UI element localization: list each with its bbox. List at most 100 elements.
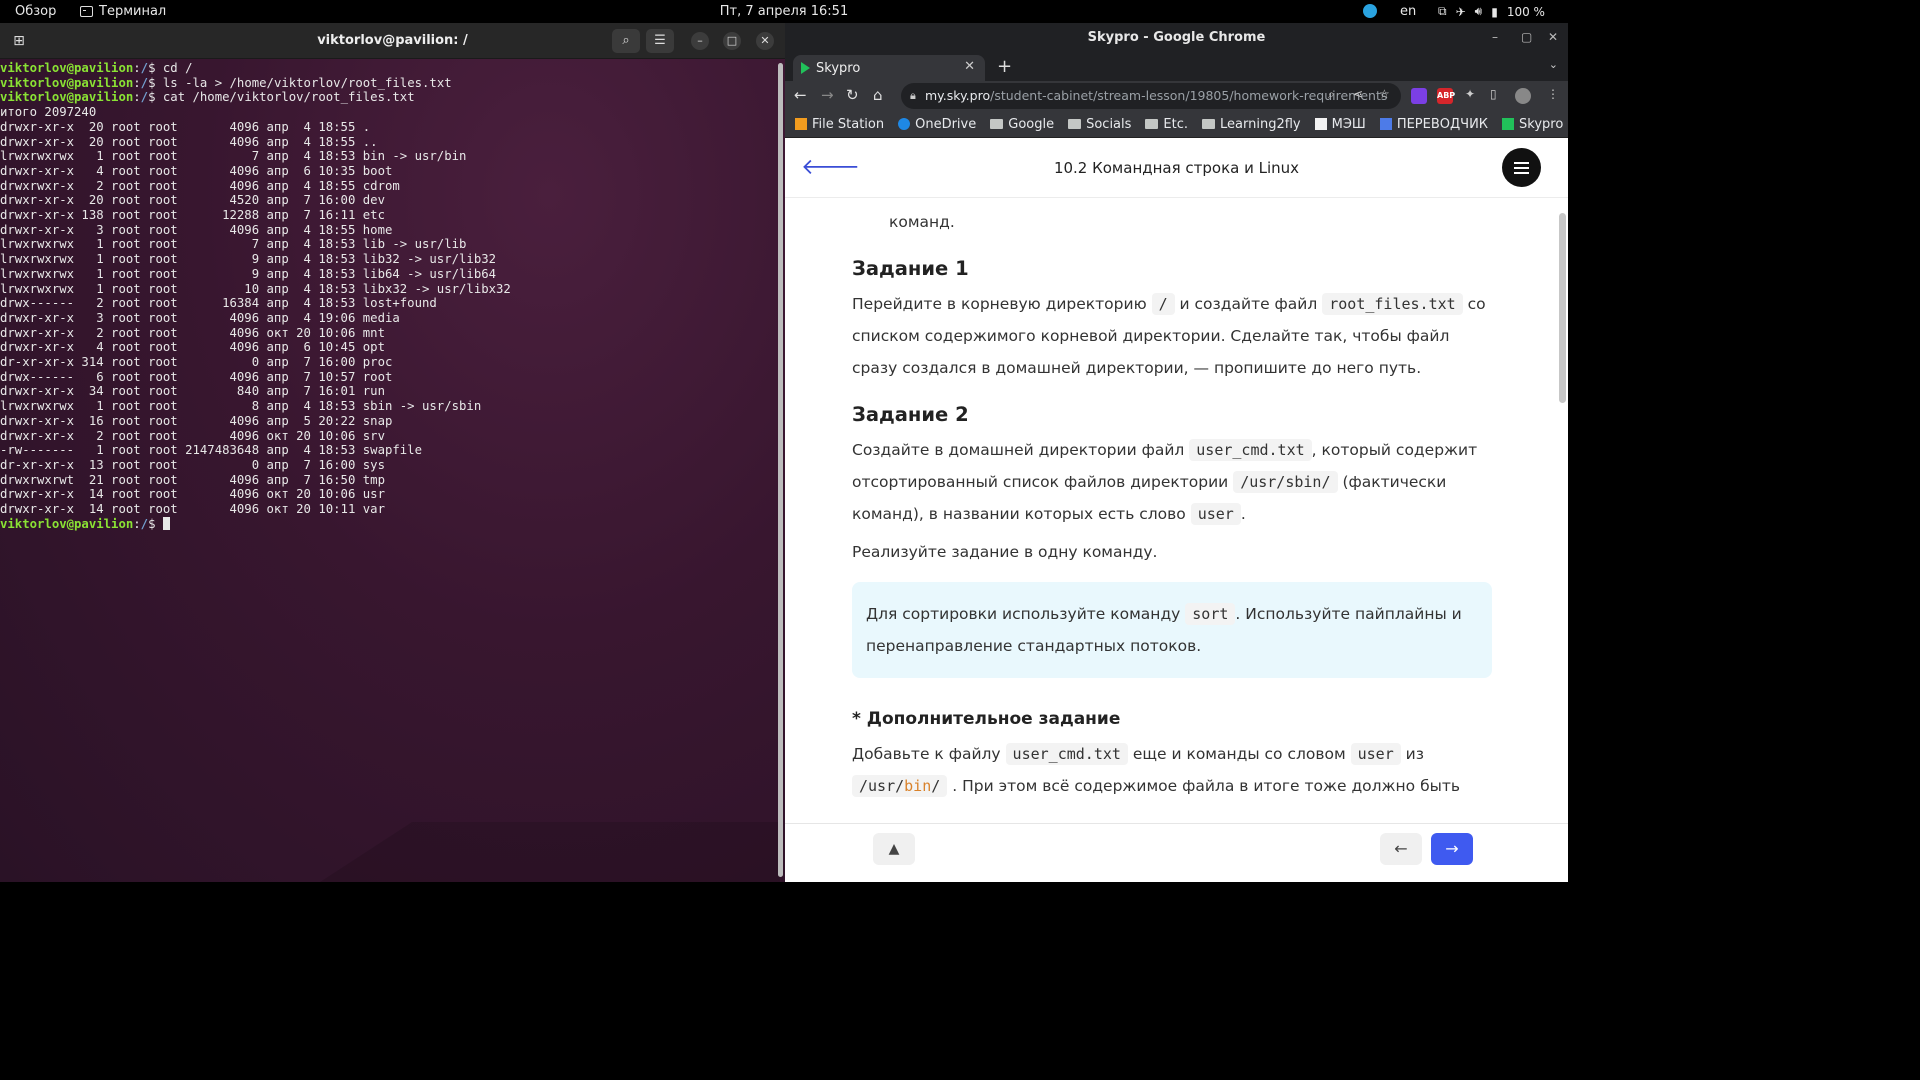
- bookmark-google[interactable]: Google: [990, 117, 1054, 132]
- adblock-icon[interactable]: ABP: [1437, 88, 1455, 104]
- bookmark-skypro-da[interactable]: Skypro DA: [1502, 117, 1568, 132]
- back-icon[interactable]: ←: [794, 86, 807, 104]
- close-tab-icon[interactable]: ✕: [964, 59, 975, 74]
- menu-bar: [1514, 162, 1529, 164]
- listing-row: drwxr-xr-x 34 root root 840 апр 7 16:01 …: [0, 384, 385, 399]
- code-sort: sort: [1185, 603, 1236, 625]
- listing-total: итого 2097240: [0, 105, 97, 120]
- side-panel-icon[interactable]: ▯: [1490, 87, 1497, 101]
- maximize-icon[interactable]: ▢: [1521, 23, 1532, 52]
- listing-row: drwx------ 6 root root 4096 апр 7 10:57 …: [0, 369, 393, 384]
- terminal-prompt-line: viktorlov@pavilion:/$ cat /home/viktorlo…: [0, 90, 777, 105]
- minimize-icon[interactable]: –: [691, 32, 709, 50]
- web-page: 🡐 10.2 Командная строка и Linux команд. …: [785, 138, 1568, 882]
- listing-row: drwxr-xr-x 14 root root 4096 окт 20 10:0…: [0, 487, 385, 502]
- translate-icon: [1379, 118, 1392, 130]
- text: Для сортировки используйте команду: [866, 605, 1181, 623]
- prompt-symbol: $: [148, 61, 163, 75]
- battery-icon: ▮: [1491, 4, 1498, 19]
- bookmark-learning2fly[interactable]: Learning2fly: [1202, 117, 1301, 132]
- search-icon[interactable]: ⌕: [612, 29, 640, 53]
- task2-text: Создайте в домашней директории файл user…: [852, 434, 1492, 530]
- lock-icon: 🔒︎: [910, 89, 916, 102]
- top-bar: Обзор Терминал Пт, 7 апреля 16:51 en ⧉ ✈…: [0, 0, 1568, 23]
- listing-row: drwxr-xr-x 138 root root 12288 апр 7 16:…: [0, 208, 385, 223]
- folder-icon: [990, 119, 1004, 129]
- warning-icon: ▲: [888, 841, 900, 857]
- close-icon[interactable]: ✕: [756, 32, 774, 50]
- clock[interactable]: Пт, 7 апреля 16:51: [0, 4, 1568, 19]
- code-root-files: root_files.txt: [1322, 293, 1463, 315]
- bookmark-onedrive[interactable]: OneDrive: [898, 117, 976, 132]
- folder-icon: [1202, 119, 1216, 129]
- prompt-symbol: $: [148, 75, 163, 90]
- bookmark-socials[interactable]: Socials: [1068, 117, 1131, 132]
- forward-icon[interactable]: →: [821, 86, 834, 104]
- text: /usr/: [859, 777, 905, 795]
- listing-row: drwxr-xr-x 3 root root 4096 апр 4 19:06 …: [0, 310, 400, 325]
- lesson-footer: ▲ ← →: [785, 823, 1568, 882]
- code-usr-sbin: /usr/sbin/: [1233, 471, 1338, 493]
- extra-text: Добавьте к файлу user_cmd.txt еще и кома…: [852, 738, 1492, 802]
- address-bar[interactable]: 🔒︎ my.sky.pro/student-cabinet/stream-less…: [901, 83, 1401, 109]
- bookmark-mesh[interactable]: МЭШ: [1314, 117, 1366, 132]
- code-user: user: [1190, 503, 1241, 525]
- page-scrollbar[interactable]: [1559, 213, 1566, 403]
- prompt-colon: :: [133, 516, 141, 531]
- tab-search-icon[interactable]: ⌄: [1549, 58, 1558, 71]
- text: Перейдите в корневую директорию: [852, 295, 1147, 313]
- prompt-symbol: $: [148, 516, 163, 531]
- maximize-icon[interactable]: □: [723, 32, 741, 50]
- minimize-icon[interactable]: –: [1492, 23, 1498, 52]
- listing-row: drwxr-xr-x 4 root root 4096 апр 6 10:35 …: [0, 163, 393, 178]
- hint-box: Для сортировки используйте команду sort.…: [852, 582, 1492, 678]
- menu-bar: [1514, 167, 1529, 169]
- text: bin: [904, 777, 932, 795]
- home-icon[interactable]: ⌂: [873, 86, 883, 104]
- text-fragment: команд.: [889, 213, 955, 231]
- bookmark-label: Socials: [1086, 116, 1132, 132]
- keyboard-layout-indicator[interactable]: en: [1400, 4, 1416, 19]
- battery-level: 100 %: [1506, 4, 1545, 19]
- bookmark-label: OneDrive: [915, 116, 977, 132]
- previous-button[interactable]: ←: [1380, 833, 1422, 865]
- task2-note: Реализуйте задание в одну команду.: [852, 543, 1158, 561]
- prompt-cwd: /: [140, 516, 149, 531]
- listing-row: drwxr-xr-x 20 root root 4096 апр 4 18:55…: [0, 119, 371, 134]
- bookmark-translator[interactable]: ПЕРЕВОДЧИК: [1379, 117, 1488, 132]
- extensions-puzzle-icon[interactable]: ✦: [1465, 87, 1475, 101]
- listing-row: lrwxrwxrwx 1 root root 9 апр 4 18:53 lib…: [0, 266, 497, 281]
- report-issue-button[interactable]: ▲: [873, 833, 915, 865]
- extension-icon[interactable]: [1411, 88, 1427, 104]
- bookmark-etc[interactable]: Etc.: [1145, 117, 1188, 132]
- bookmark-star-icon[interactable]: ☆: [1379, 87, 1390, 101]
- more-menu-icon[interactable]: ⋮: [1547, 87, 1559, 101]
- terminal-output[interactable]: viktorlov@pavilion:/$ cd / viktorlov@pavi…: [0, 61, 777, 532]
- listing-row: drwxr-xr-x 14 root root 4096 окт 20 10:1…: [0, 502, 385, 517]
- prompt-user-host: viktorlov@pavilion: [0, 90, 134, 105]
- close-icon[interactable]: ✕: [1548, 23, 1558, 52]
- listing-row: drwxr-xr-x 3 root root 4096 апр 4 18:55 …: [0, 222, 393, 237]
- file-station-icon: [795, 118, 807, 130]
- bookmark-file-station[interactable]: File Station: [795, 117, 884, 132]
- zoom-icon[interactable]: ⌕: [1328, 87, 1335, 102]
- network-icon: ⧉: [1438, 4, 1447, 18]
- browser-toolbar: ← → ↻ ⌂ 🔒︎ my.sky.pro/student-cabinet/str…: [785, 81, 1568, 111]
- tab-skypro[interactable]: Skypro ✕: [793, 55, 985, 81]
- task1-heading: Задание 1: [852, 257, 969, 280]
- terminal-scrollbar[interactable]: [778, 63, 783, 877]
- system-tray[interactable]: ⧉ ✈ 🔊︎ ▮ 100 %: [1438, 4, 1545, 19]
- prompt-user-host: viktorlov@pavilion: [0, 75, 134, 90]
- menu-button[interactable]: [1502, 148, 1541, 187]
- profile-avatar[interactable]: [1515, 88, 1531, 104]
- reload-icon[interactable]: ↻: [846, 86, 859, 104]
- new-tab-button[interactable]: +: [997, 56, 1012, 77]
- share-icon[interactable]: ⋖: [1353, 87, 1363, 101]
- telegram-tray-icon[interactable]: [1363, 4, 1377, 18]
- next-button[interactable]: →: [1431, 833, 1473, 865]
- code-user-cmd: user_cmd.txt: [1005, 743, 1128, 765]
- listing-row: drwxr-xr-x 2 root root 4096 окт 20 10:06…: [0, 428, 385, 443]
- code-usr-bin: /usr/bin/: [852, 775, 948, 797]
- hamburger-menu-icon[interactable]: ☰: [646, 29, 674, 53]
- folder-icon: [1068, 119, 1082, 129]
